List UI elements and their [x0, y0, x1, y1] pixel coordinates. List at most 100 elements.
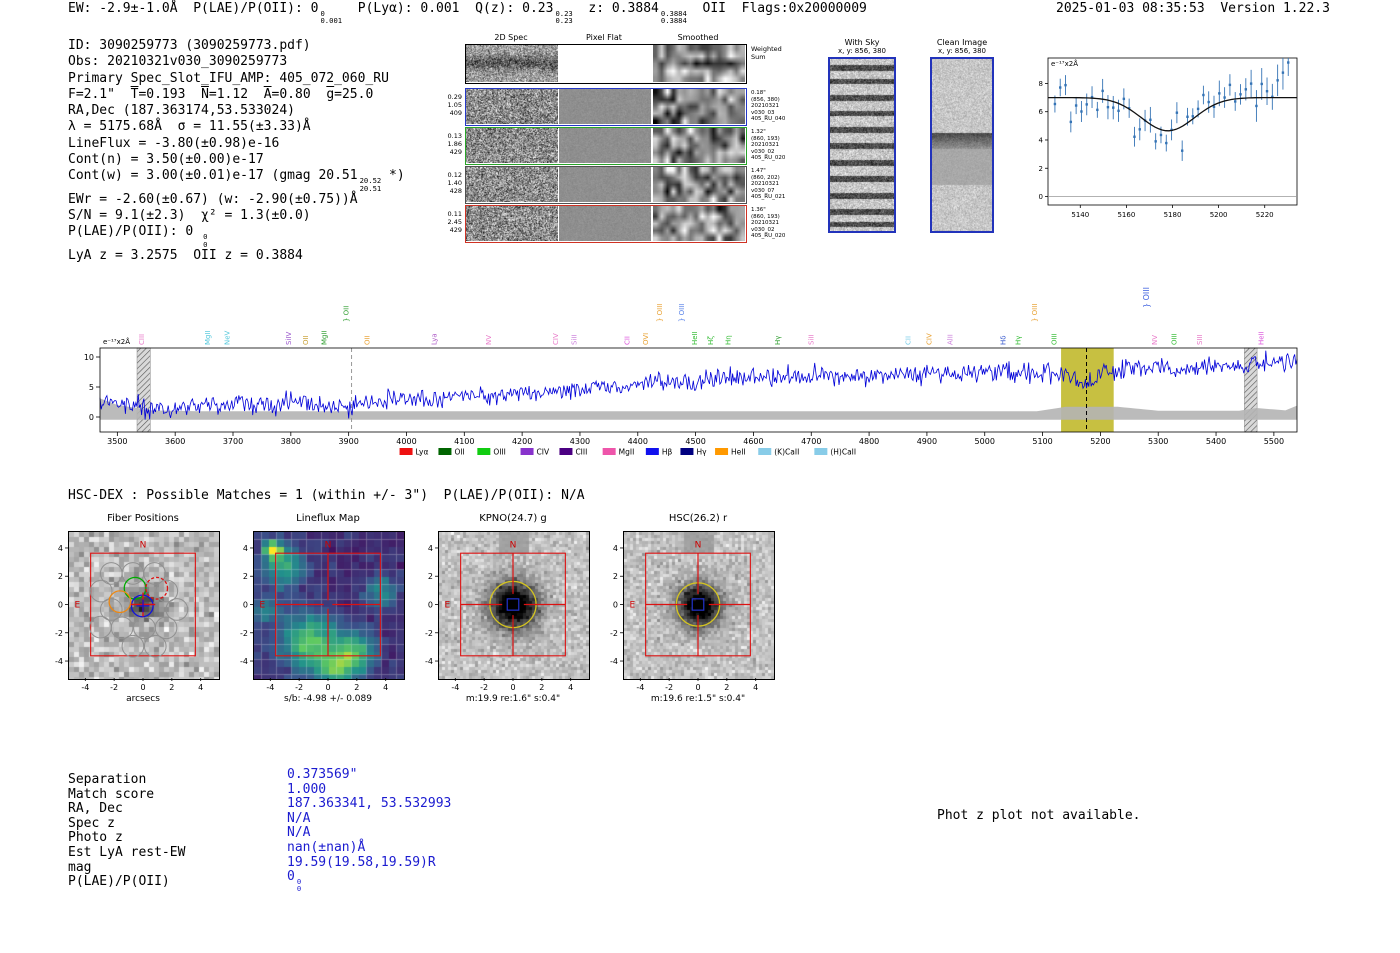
x-tick-label: 2 [169, 683, 174, 692]
x-tick-label: 4 [198, 683, 203, 692]
legend-swatch [758, 448, 772, 455]
stat-line: 409 [449, 109, 462, 117]
x-tick-label: -4 [266, 683, 274, 692]
match-row-value: 0.373569" [287, 767, 358, 782]
weighted-sum-label: Weighted Sum [751, 45, 782, 61]
legend-label: Lyα [416, 448, 429, 457]
data-point [1101, 89, 1104, 93]
data-point [1106, 105, 1110, 109]
header-datetime: 2025-01-03 08:35:53 Version 1.22.3 [1056, 1, 1330, 16]
emission-line-label: OIII [1050, 333, 1058, 345]
emission-line-label: Hγ [774, 336, 782, 345]
x-tick-label: 0 [510, 683, 515, 692]
emission-line-label: HeII [691, 331, 699, 345]
fiber-cutout-row [465, 127, 747, 165]
compass-north: N [510, 540, 517, 550]
data-point [1085, 103, 1088, 106]
text-segment: P(Lyα): 0.001 [357, 1, 460, 16]
data-point [1228, 83, 1232, 87]
data-point [1202, 93, 1205, 97]
fiber-circle [143, 634, 167, 658]
data-point [1133, 135, 1136, 138]
text-segment: A [263, 86, 272, 102]
stat-line: 1.86 [447, 140, 462, 148]
x-tick-label: -4 [451, 683, 459, 692]
x-tick-label: 0 [695, 683, 700, 692]
panel-frame [828, 57, 896, 233]
emission-line-label: HeII [1257, 331, 1265, 345]
data-point [1223, 96, 1226, 99]
data-point [1260, 82, 1263, 86]
y-tick-label: 4 [428, 544, 433, 553]
x-tick-label: -2 [665, 683, 673, 692]
legend-label: Hγ [696, 448, 707, 457]
fiber-row-stats: 0.13 1.86 429 [439, 132, 462, 156]
id-line: v030_03 [751, 109, 775, 116]
text-segment: LineFlux = -3.80(±0.98)e-16 [68, 135, 280, 151]
sub-value: 0 [203, 239, 208, 249]
text-segment: Obs: 20210321v030_3090259773 [68, 54, 288, 70]
legend-swatch [559, 448, 573, 455]
fiber-row-stats: 0.11 2.45 429 [439, 210, 462, 234]
id-line: 20210321 [751, 142, 779, 149]
fiber-circle-highlight [108, 590, 132, 614]
fiber-pixel-flat-image [559, 206, 651, 241]
data-point [1244, 88, 1248, 91]
match-row-value: N/A [287, 810, 311, 826]
fiber-row-id: 1.47" (860, 202) 20210321 v030_07 405_RU_021 [751, 168, 785, 201]
fiber-row-stats: 0.12 1.40 428 [439, 171, 462, 195]
match-row-value: 1.000 [287, 781, 327, 797]
y-tick-label: 0 [613, 601, 618, 610]
text-segment: EW: -2.9±-1.0Å [68, 1, 178, 16]
panel-image [830, 59, 894, 231]
fiber-2d-spec-image [466, 89, 558, 124]
match-row-value: 187.363341, 53.532993 [287, 796, 452, 812]
weighted-2d-spec-image [466, 45, 558, 82]
match-table-row: RA, Dec 187.363341, 53.532993 [68, 796, 628, 816]
x-tick-label: 4 [568, 683, 573, 692]
fiber-smoothed-image [653, 89, 745, 124]
info-line: RA,Dec (187.363174,53.533024) [68, 103, 405, 119]
id-line: (860, 193) [751, 135, 780, 142]
x-tick-label: -4 [636, 683, 644, 692]
id-line: 405_RU_020 [751, 233, 786, 240]
header-summary-line: EW: -2.9±-1.0Å P(LAE)/P(OII): 0 0 0.001 P(… [68, 1, 867, 24]
x-tick-label: 5200 [1090, 437, 1110, 446]
data-point [1122, 97, 1126, 101]
fit-ylabel: e⁻¹⁷x2Å [1051, 59, 1078, 68]
legend-swatch [602, 448, 616, 455]
data-point [1064, 83, 1067, 87]
text-segment: Primary Spec_Slot_IFU_AMP: 405_072_060_R… [68, 70, 389, 86]
legend-label: OII [454, 448, 464, 457]
cutout-xlabel: m:19.6 re:1.5" s:0.4" [650, 694, 746, 704]
match-table-row: Spec z N/A [68, 811, 628, 831]
emission-line-label: } OIII [1031, 304, 1039, 322]
stat-line: 1.40 [447, 179, 462, 187]
text-segment: =25.0 [334, 86, 374, 102]
fiber-smoothed-image [653, 206, 745, 241]
info-line: P(LAE)/P(OII): 0 00 [68, 224, 405, 247]
centroid-box [691, 598, 705, 611]
match-row-value: 000 [287, 869, 302, 894]
y-tick-label: 4 [1039, 136, 1044, 144]
cutout-overlay: -4 -4 -2 -2 0 0 2 2 4 4 N E [55, 540, 203, 692]
legend-swatch [399, 448, 413, 455]
photz-unavailable-note: Phot z plot not available. [937, 808, 1141, 823]
data-point [1080, 110, 1083, 113]
x-tick-label: 5000 [975, 437, 995, 446]
info-line: Cont(w) = 3.00(±0.01)e-17 (gmag 20.51 20.… [68, 168, 405, 191]
match-row-label: P(LAE)/P(OII) [68, 874, 170, 890]
hscdex-matches-line: HSC-DEX : Possible Matches = 1 (within +… [68, 488, 585, 503]
data-point [1074, 104, 1078, 107]
fiber-smoothed-image [653, 128, 745, 163]
panel-title: With Sky [844, 38, 880, 47]
match-row-value: N/A [287, 825, 311, 841]
x-tick-label: 0 [140, 683, 145, 692]
legend-label: OIII [493, 448, 506, 457]
fiber-circle [121, 634, 145, 658]
y-tick-label: 0 [428, 601, 433, 610]
compass-north: N [140, 540, 147, 550]
centroid-box [506, 598, 520, 611]
y-tick-label: 8 [1039, 80, 1043, 88]
fiber-circle [89, 615, 112, 639]
